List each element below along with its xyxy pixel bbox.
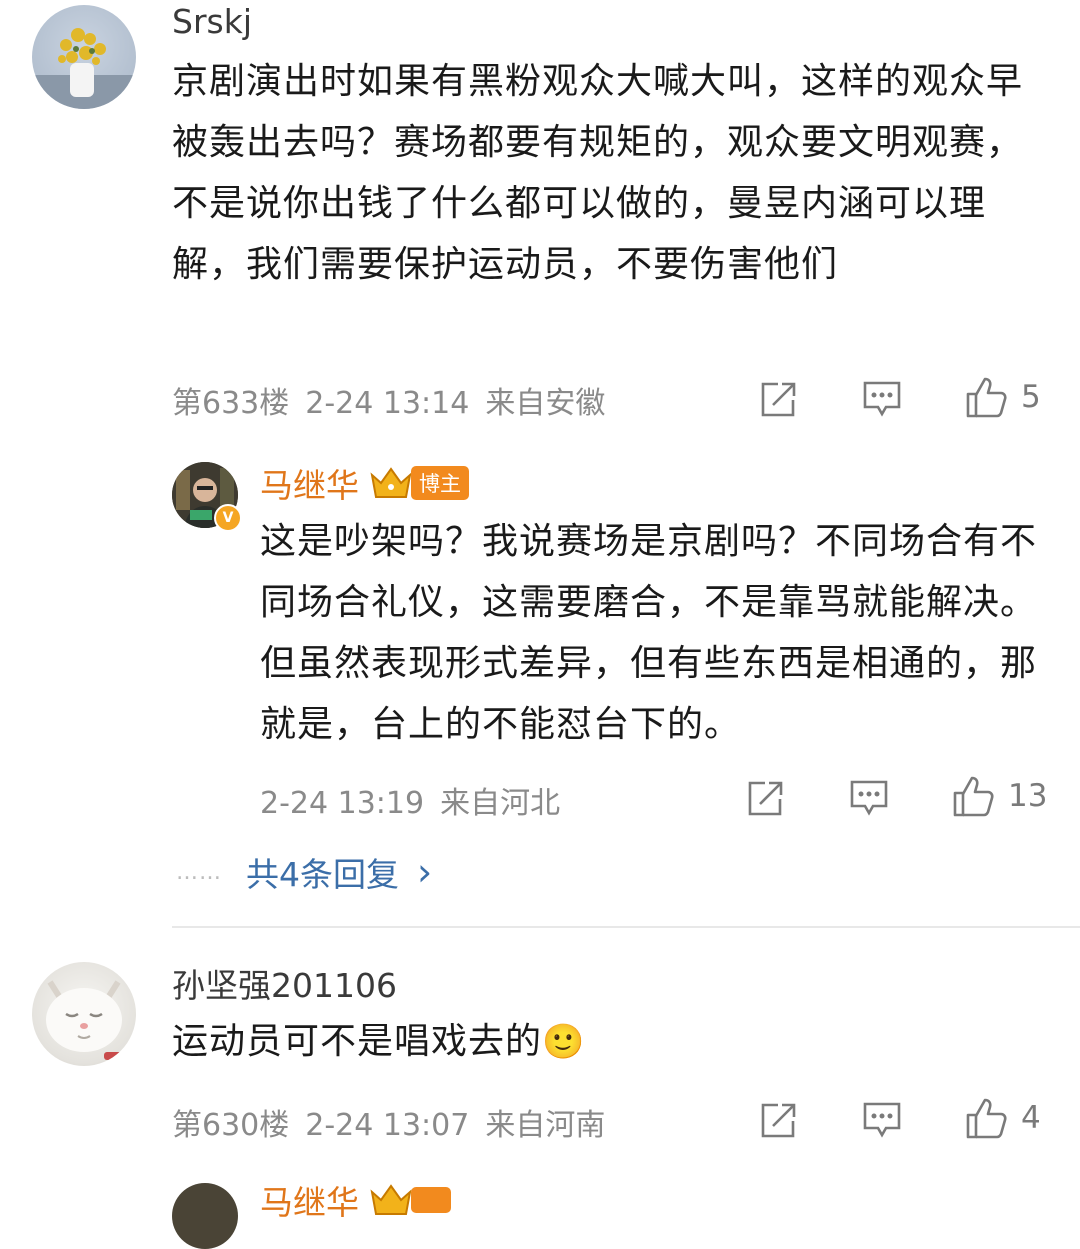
more-replies-label: 共4条回复 bbox=[246, 855, 399, 894]
share-button[interactable] bbox=[758, 1101, 798, 1141]
comment-location: 来自河南 bbox=[485, 1108, 606, 1143]
comment-icon bbox=[863, 381, 901, 417]
like-icon bbox=[966, 377, 1007, 418]
comment-icon bbox=[863, 1102, 901, 1138]
reply-button[interactable] bbox=[862, 1099, 902, 1139]
like-button[interactable]: 5 bbox=[965, 375, 1041, 419]
share-icon bbox=[761, 382, 796, 417]
reply-text: 这是吵架吗？我说赛场是京剧吗？不同场合有不同场合礼仪，这需要磨合，不是靠骂就能解… bbox=[260, 521, 1038, 745]
comment-meta: 第630楼 2-24 13:07 来自河南 bbox=[172, 1100, 605, 1144]
comment-time: 2-24 13:14 bbox=[305, 386, 470, 421]
reply-username[interactable]: 马继华 bbox=[260, 459, 359, 507]
reply-header: 马继华 博主 bbox=[260, 459, 469, 507]
comment-text: 运动员可不是唱戏去的🙂 bbox=[172, 1011, 1042, 1073]
share-icon bbox=[748, 781, 783, 816]
author-badge: 博主 bbox=[411, 466, 469, 500]
floor-number: 第633楼 bbox=[172, 386, 290, 421]
author-badge bbox=[411, 1187, 451, 1213]
like-count: 5 bbox=[1021, 379, 1041, 415]
crown-icon bbox=[370, 1184, 412, 1215]
reply-avatar[interactable] bbox=[172, 1183, 238, 1249]
chevron-right-icon: › bbox=[417, 850, 433, 894]
reply-header: 马继华 bbox=[260, 1176, 451, 1224]
verified-badge: V bbox=[214, 504, 242, 532]
comment-location: 来自安徽 bbox=[485, 386, 606, 421]
reply-button[interactable] bbox=[862, 378, 902, 418]
avatar[interactable] bbox=[32, 5, 136, 109]
reply-time: 2-24 13:19 bbox=[260, 786, 425, 821]
comment-icon bbox=[850, 780, 888, 816]
like-icon bbox=[966, 1098, 1007, 1139]
like-count: 4 bbox=[1021, 1100, 1041, 1136]
comment-time: 2-24 13:07 bbox=[305, 1108, 470, 1143]
comment-text-body: 运动员可不是唱戏去的 bbox=[172, 1021, 543, 1062]
reply-meta: 2-24 13:19 来自河北 bbox=[260, 778, 560, 822]
crown-icon bbox=[370, 467, 412, 498]
more-replies-link[interactable]: …… 共4条回复 › bbox=[176, 848, 432, 896]
share-button[interactable] bbox=[758, 380, 798, 420]
reply-button[interactable] bbox=[849, 777, 889, 817]
comment-username[interactable]: 孙坚强201106 bbox=[172, 959, 397, 1007]
like-icon bbox=[953, 776, 994, 817]
smile-emoji-icon: 🙂 bbox=[542, 1022, 586, 1062]
like-count: 13 bbox=[1008, 778, 1048, 814]
dots-separator: …… bbox=[176, 859, 222, 885]
comment-text: 京剧演出时如果有黑粉观众大喊大叫，这样的观众早被轰出去吗？赛场都要有规矩的，观众… bbox=[172, 61, 1024, 285]
like-button[interactable]: 4 bbox=[965, 1096, 1041, 1140]
like-button[interactable]: 13 bbox=[952, 774, 1047, 818]
avatar[interactable] bbox=[32, 962, 136, 1066]
share-button[interactable] bbox=[745, 779, 785, 819]
reply-username[interactable]: 马继华 bbox=[260, 1176, 359, 1224]
comment-username[interactable]: Srskj bbox=[172, 2, 252, 41]
reply-location: 来自河北 bbox=[440, 786, 561, 821]
share-icon bbox=[761, 1103, 796, 1138]
comment-meta: 第633楼 2-24 13:14 来自安徽 bbox=[172, 378, 605, 422]
divider bbox=[172, 926, 1080, 928]
floor-number: 第630楼 bbox=[172, 1108, 290, 1143]
